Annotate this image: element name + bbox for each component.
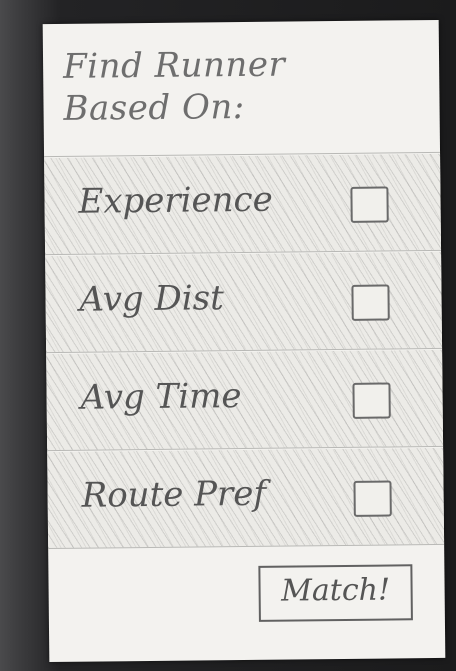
criteria-row-avg-time[interactable]: Avg Time: [46, 349, 444, 451]
criteria-row-route-pref[interactable]: Route Pref: [47, 447, 445, 549]
experience-checkbox[interactable]: [350, 186, 389, 223]
criteria-label: Avg Time: [80, 376, 242, 418]
criteria-row-experience[interactable]: Experience: [44, 153, 442, 255]
criteria-label: Route Pref: [81, 473, 267, 516]
criteria-label: Experience: [78, 179, 273, 222]
match-button[interactable]: Match!: [258, 564, 413, 622]
page-title: Find Runner Based On:: [63, 44, 286, 130]
avg-time-checkbox[interactable]: [352, 382, 391, 419]
criteria-label: Avg Dist: [79, 278, 224, 320]
title-line-1: Find Runner: [62, 44, 286, 87]
avg-dist-checkbox[interactable]: [351, 284, 390, 321]
criteria-row-avg-dist[interactable]: Avg Dist: [45, 251, 443, 353]
title-line-2: Based On:: [63, 86, 245, 129]
sketch-card: Find Runner Based On: Experience Avg Dis…: [42, 19, 446, 663]
route-pref-checkbox[interactable]: [353, 480, 392, 517]
